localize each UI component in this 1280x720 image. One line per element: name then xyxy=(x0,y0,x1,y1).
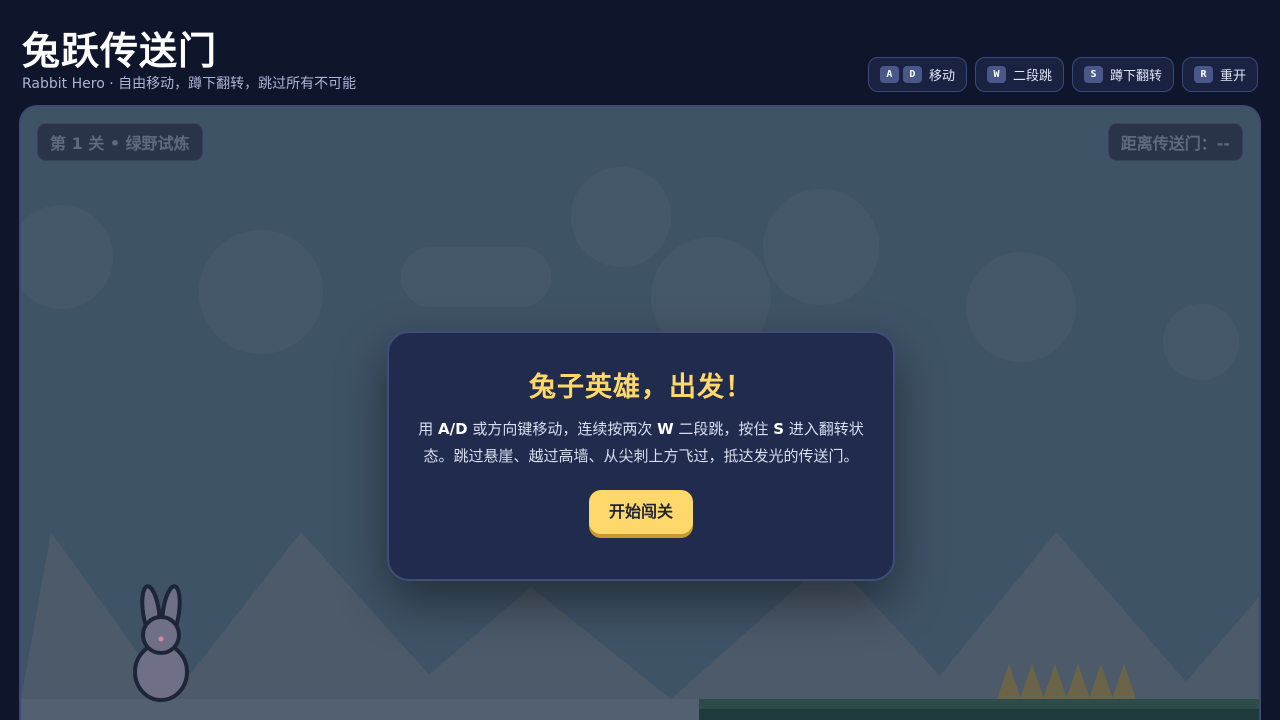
ground-left xyxy=(21,699,699,720)
control-label: 移动 xyxy=(928,69,955,84)
instruction-text: 二段跳，按住 xyxy=(673,420,774,438)
control-hint: S 蹲下翻转 xyxy=(1071,57,1174,92)
instruction-text: 用 xyxy=(418,420,438,438)
controls-legend: A D 移动 W 二段跳 S 蹲下翻转 R 重开 xyxy=(867,57,1258,92)
control-hint: W 二段跳 xyxy=(974,57,1064,92)
control-label: 重开 xyxy=(1219,69,1246,84)
key-emphasis: W xyxy=(657,420,674,438)
control-label: 二段跳 xyxy=(1012,69,1052,84)
key-cap: S xyxy=(1083,66,1103,83)
start-dialog: 兔子英雄，出发！ 用 A/D 或方向键移动，连续按两次 W 二段跳，按住 S 进… xyxy=(387,331,895,581)
key-cap: W xyxy=(986,66,1006,83)
instruction-text: 或方向键移动，连续按两次 xyxy=(467,420,658,438)
dialog-title: 兔子英雄，出发！ xyxy=(529,372,753,403)
game-stage[interactable]: 第 1 关 • 绿野试炼 距离传送门：-- 兔子英雄，出发！ 用 A/D 或方向… xyxy=(19,105,1261,720)
key-cap: D xyxy=(902,66,922,83)
control-hint: R 重开 xyxy=(1181,57,1258,92)
key-cap: R xyxy=(1193,66,1213,83)
ground-right-top xyxy=(699,699,1259,709)
start-button[interactable]: 开始闯关 xyxy=(588,490,693,534)
page-subtitle: Rabbit Hero · 自由移动，蹲下翻转，跳过所有不可能 xyxy=(22,76,357,92)
level-indicator: 第 1 关 • 绿野试炼 xyxy=(37,123,203,161)
dialog-instructions: 用 A/D 或方向键移动，连续按两次 W 二段跳，按住 S 进入翻转状态。跳过悬… xyxy=(416,416,866,470)
header: 兔跃传送门 Rabbit Hero · 自由移动，蹲下翻转，跳过所有不可能 AD… xyxy=(0,0,1280,104)
key-cap: A xyxy=(879,66,899,83)
control-hint: A D 移动 xyxy=(867,57,967,92)
page-title: 兔跃传送门 xyxy=(22,29,218,73)
control-label: 蹲下翻转 xyxy=(1109,69,1162,84)
key-emphasis: A/D xyxy=(438,420,468,438)
key-emphasis: S xyxy=(773,420,784,438)
portal-distance: 距离传送门：-- xyxy=(1107,123,1243,161)
